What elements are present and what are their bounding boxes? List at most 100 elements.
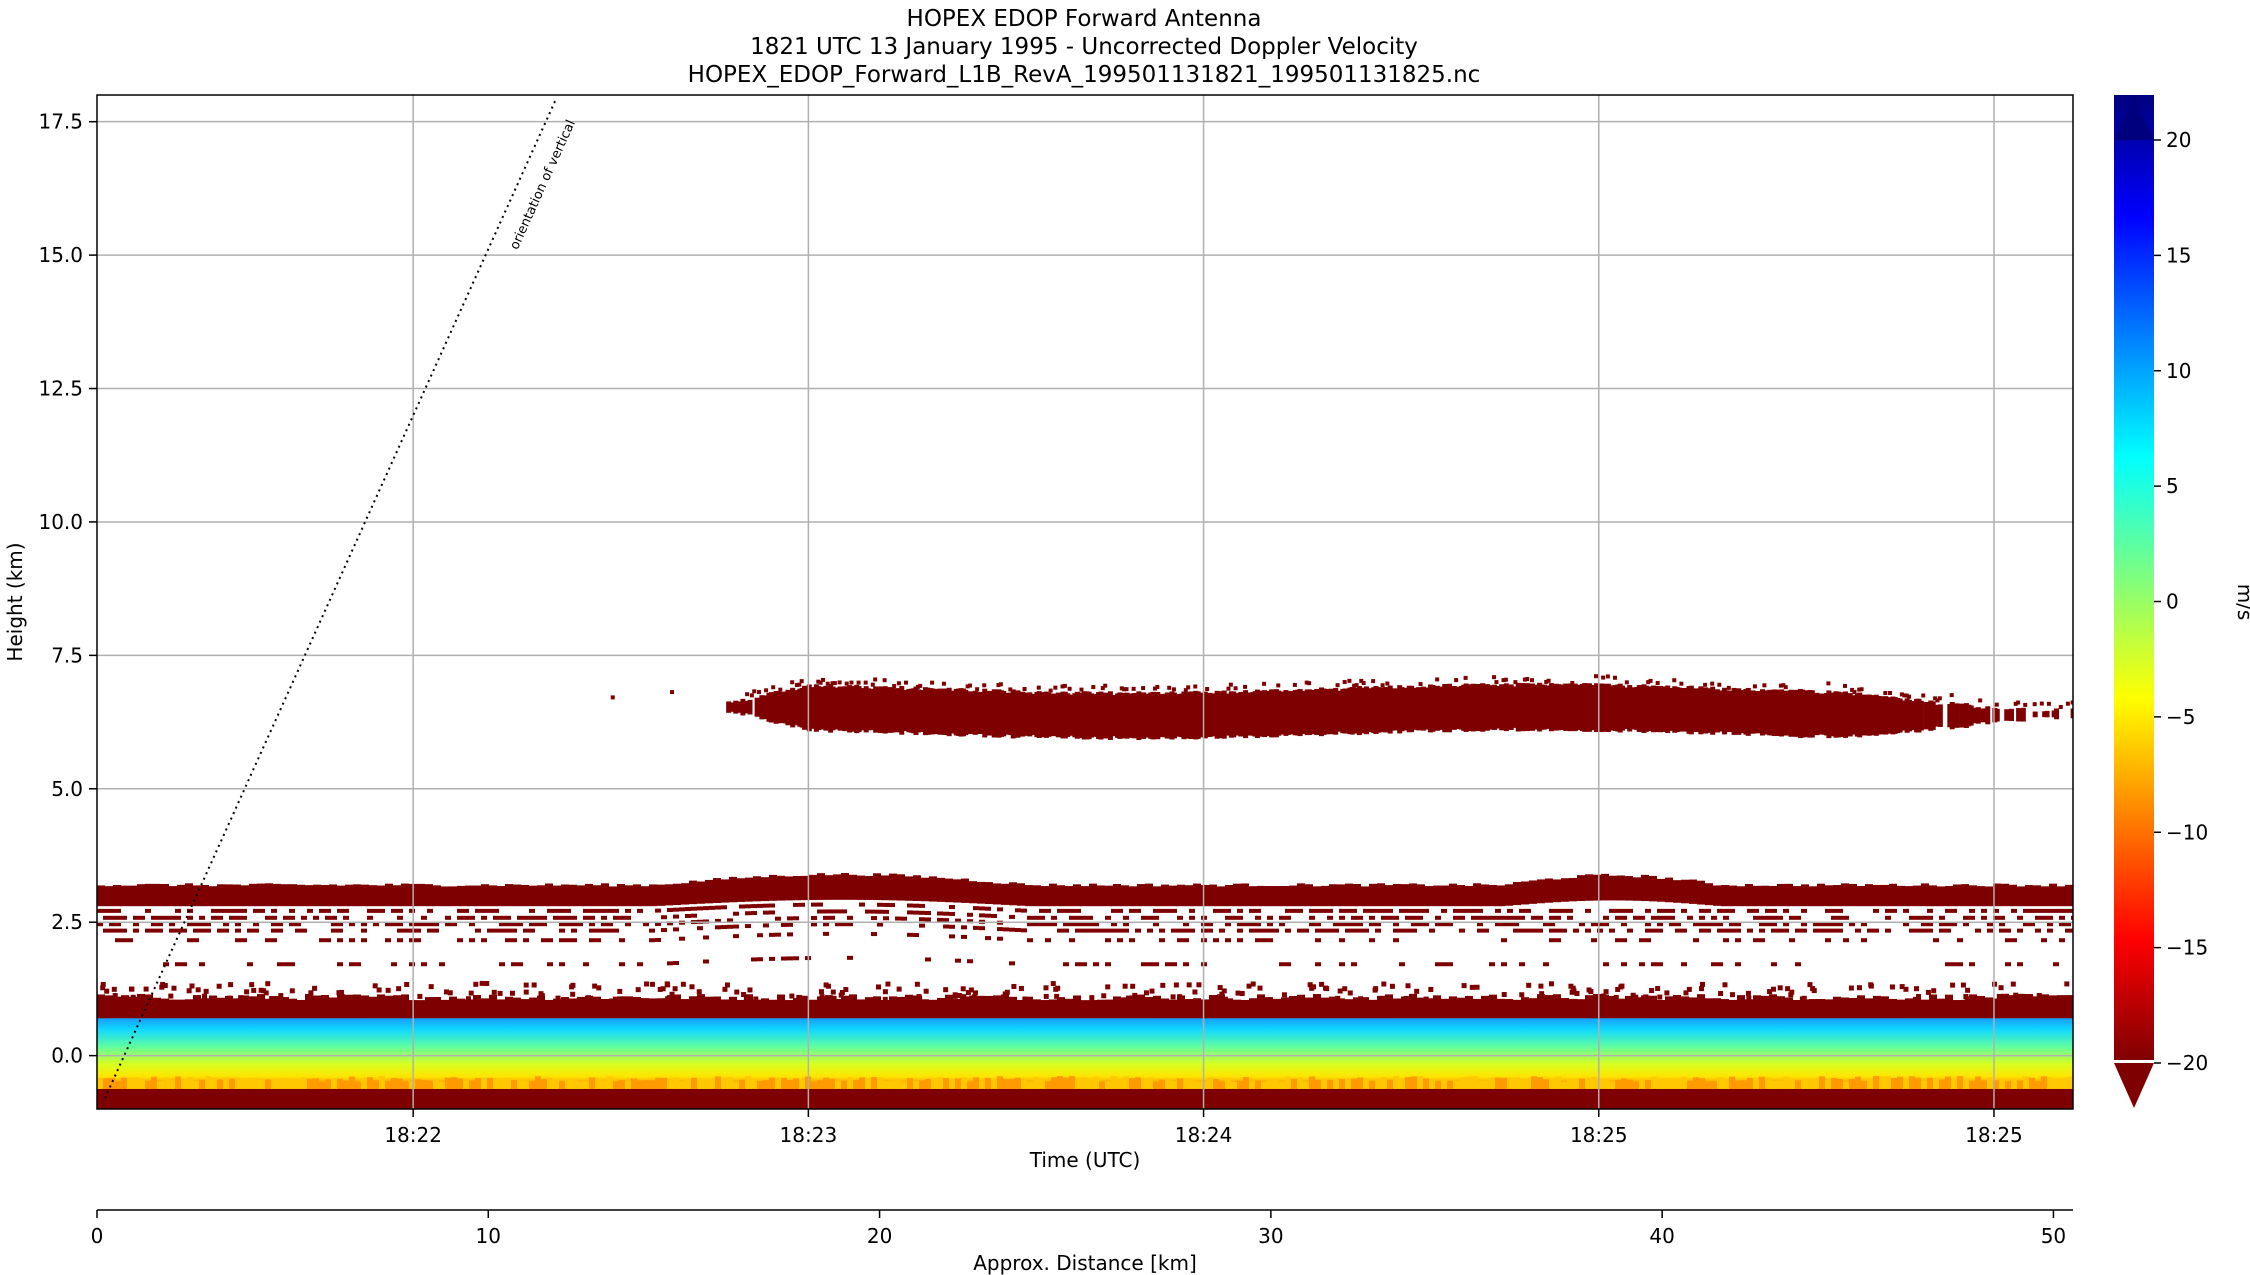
- echo-upper-layer-cell: [1209, 884, 1217, 907]
- echo-upper-layer-cell: [1441, 885, 1449, 907]
- echo-speckle: [175, 1076, 181, 1089]
- echo-upper-layer-cell: [633, 884, 641, 907]
- echo-streak: [1567, 915, 1573, 920]
- echo-streak: [505, 928, 511, 933]
- echo-streak: [481, 938, 487, 943]
- echo-streak: [1723, 915, 1729, 920]
- echo-streak: [1837, 915, 1843, 920]
- echo-upper-layer-cell: [617, 884, 625, 907]
- echo-streak: [757, 933, 763, 938]
- echo-speckle: [121, 1077, 127, 1089]
- echo-lower-layer-cell: [1209, 995, 1217, 1019]
- echo-speckle: [907, 1078, 913, 1089]
- echo-lower-layer-cell: [281, 997, 289, 1019]
- echo-lower-layer-cell: [977, 995, 985, 1019]
- echo-upper-layer-cell: [625, 885, 633, 907]
- echo-speckle: [703, 1079, 709, 1089]
- echo-speckle: [823, 1077, 829, 1089]
- echo-speckle: [1309, 1076, 1315, 1089]
- echo-streak: [2047, 915, 2053, 920]
- echo-streak: [1261, 938, 1267, 943]
- echo-streak: [1999, 928, 2005, 933]
- echo-streak: [1387, 908, 1393, 913]
- echo-speckle: [1441, 1080, 1447, 1089]
- echo-speckle: [1297, 1077, 1303, 1089]
- echo-streak: [955, 958, 961, 963]
- echo-streak: [883, 902, 889, 907]
- echo-lower-layer-cell: [641, 998, 649, 1019]
- echo-streak: [1183, 928, 1189, 933]
- echo-streak: [1045, 908, 1051, 913]
- echo-lower-layer-cell: [857, 999, 865, 1019]
- echo-upper-layer-cell: [105, 886, 113, 907]
- echo-streak: [499, 915, 505, 920]
- echo-speckle: [385, 987, 391, 993]
- echo-streak: [985, 906, 991, 911]
- echo-lower-layer-cell: [1017, 999, 1025, 1019]
- echo-streak: [343, 915, 349, 920]
- distance-tick-label: 0: [91, 1224, 104, 1248]
- echo-upper-layer-cell: [1801, 884, 1809, 907]
- echo-speckle: [1949, 693, 1954, 698]
- echo-speckle: [1357, 1077, 1363, 1089]
- echo-lower-layer-cell: [1281, 997, 1289, 1019]
- echo-streak: [1039, 908, 1045, 913]
- echo-lower-layer-cell: [1977, 995, 1985, 1019]
- echo-speckle: [1428, 987, 1434, 993]
- echo-streak: [757, 903, 763, 908]
- echo-speckle: [1909, 1076, 1915, 1089]
- echo-lower-layer-cell: [2057, 995, 2065, 1019]
- echo-speckle: [571, 1078, 577, 1089]
- echo-speckle: [263, 990, 269, 996]
- echo-streak: [511, 962, 517, 967]
- echo-speckle: [1307, 681, 1312, 686]
- echo-speckle: [1002, 991, 1008, 997]
- echo-speckle: [1069, 1076, 1075, 1089]
- echo-lower-layer-cell: [625, 996, 633, 1019]
- echo-upper-layer-cell: [257, 883, 265, 907]
- echo-lower-layer-cell: [1657, 1000, 1665, 1019]
- echo-streak: [1651, 915, 1657, 920]
- echo-streak: [985, 913, 991, 918]
- echo-streak: [115, 928, 121, 933]
- echo-streak: [589, 915, 595, 920]
- echo-lower-layer-cell: [1945, 994, 1953, 1019]
- echo-speckle: [523, 989, 529, 995]
- echo-speckle: [657, 986, 663, 992]
- echo-streak: [487, 908, 493, 913]
- echo-speckle: [617, 988, 623, 994]
- echo-upper-layer-cell: [585, 883, 593, 907]
- echo-streak: [1189, 915, 1195, 920]
- echo-speckle: [2065, 1076, 2071, 1089]
- echo-lower-layer-cell: [1665, 996, 1673, 1019]
- echo-speckle: [289, 1080, 295, 1089]
- echo-streak: [949, 924, 955, 929]
- echo-streak: [1249, 928, 1255, 933]
- echo-lower-layer-cell: [129, 996, 137, 1019]
- echo-streak: [505, 938, 511, 943]
- echo-streak: [721, 925, 727, 930]
- echo-lower-layer-cell: [417, 1000, 425, 1019]
- echo-speckle: [235, 1077, 241, 1089]
- echo-upper-layer-cell: [1761, 885, 1769, 907]
- echo-upper-layer-cell: [1105, 885, 1113, 907]
- echo-streak: [1609, 928, 1615, 933]
- echo-streak: [1069, 915, 1075, 920]
- echo-streak: [1657, 908, 1663, 913]
- echo-speckle: [793, 1078, 799, 1089]
- echo-speckle: [1788, 992, 1794, 998]
- echo-speckle: [1826, 681, 1831, 686]
- echo-streak: [1417, 908, 1423, 913]
- echo-streak: [2059, 915, 2065, 920]
- echo-speckle: [569, 984, 575, 990]
- echo-streak: [169, 928, 175, 933]
- echo-speckle: [871, 1077, 877, 1089]
- echo-streak: [847, 955, 853, 960]
- echo-streak: [715, 905, 721, 910]
- echo-streak: [1519, 915, 1525, 920]
- echo-streak: [2065, 928, 2071, 933]
- echo-streak: [1453, 908, 1459, 913]
- echo-lower-layer-cell: [1537, 994, 1545, 1019]
- echo-speckle: [468, 990, 474, 996]
- echo-streak: [361, 928, 367, 933]
